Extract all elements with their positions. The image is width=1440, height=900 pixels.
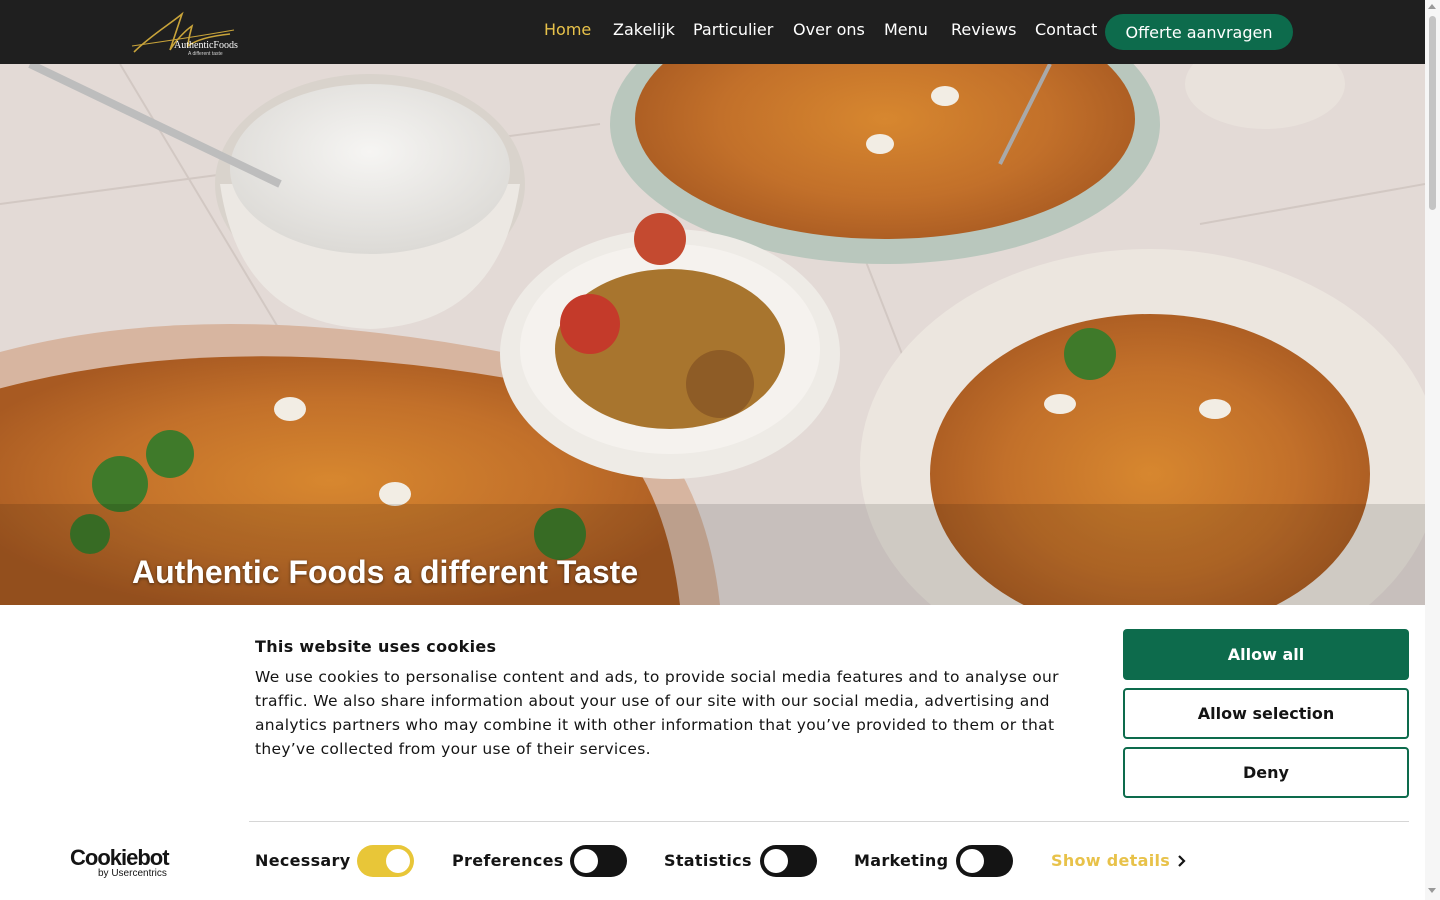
nav-home[interactable]: Home [544, 20, 591, 39]
hero-title: Authentic Foods a different Taste [132, 554, 639, 590]
toggle-knob [574, 849, 598, 873]
cookie-divider [249, 821, 1409, 822]
scroll-thumb[interactable] [1429, 16, 1436, 210]
statistics-toggle[interactable] [760, 845, 817, 877]
page-scrollbar[interactable] [1425, 0, 1440, 900]
preferences-label: Preferences [452, 851, 564, 870]
toggle-knob [960, 849, 984, 873]
nav-zakelijk[interactable]: Zakelijk [613, 20, 675, 39]
cookie-consent-banner: This website uses cookies We use cookies… [0, 605, 1425, 900]
necessary-label: Necessary [255, 851, 351, 870]
toggle-knob [764, 849, 788, 873]
cookiebot-brand-sub: by Usercentrics [98, 868, 167, 879]
nav-reviews[interactable]: Reviews [951, 20, 1016, 39]
hero-food-image [0, 64, 1425, 605]
deny-button[interactable]: Deny [1123, 747, 1409, 798]
chevron-right-icon[interactable] [1176, 853, 1188, 869]
statistics-label: Statistics [664, 851, 752, 870]
cookiebot-logo[interactable]: Cookiebot by Usercentrics [70, 845, 174, 879]
cookie-description: We use cookies to personalise content an… [255, 668, 1059, 758]
nav-particulier[interactable]: Particulier [693, 20, 773, 39]
scroll-down-arrow-icon[interactable] [1428, 888, 1436, 893]
scroll-up-arrow-icon[interactable] [1428, 4, 1436, 9]
allow-selection-button[interactable]: Allow selection [1123, 688, 1409, 739]
necessary-toggle[interactable] [357, 845, 414, 877]
nav-over-ons[interactable]: Over ons [793, 20, 865, 39]
nav-contact[interactable]: Contact [1035, 20, 1097, 39]
hero-section: Authentic Foods a different Taste [0, 64, 1425, 605]
preferences-toggle[interactable] [570, 845, 627, 877]
cookie-title: This website uses cookies [255, 637, 497, 656]
site-header: AuthenticFoods A different taste Home Za… [0, 0, 1425, 64]
marketing-label: Marketing [854, 851, 949, 870]
toggle-knob [386, 849, 410, 873]
allow-all-button[interactable]: Allow all [1123, 629, 1409, 680]
show-details-link[interactable]: Show details [1051, 851, 1170, 870]
nav-menu[interactable]: Menu [884, 20, 928, 39]
marketing-toggle[interactable] [956, 845, 1013, 877]
quote-request-button[interactable]: Offerte aanvragen [1105, 14, 1293, 50]
